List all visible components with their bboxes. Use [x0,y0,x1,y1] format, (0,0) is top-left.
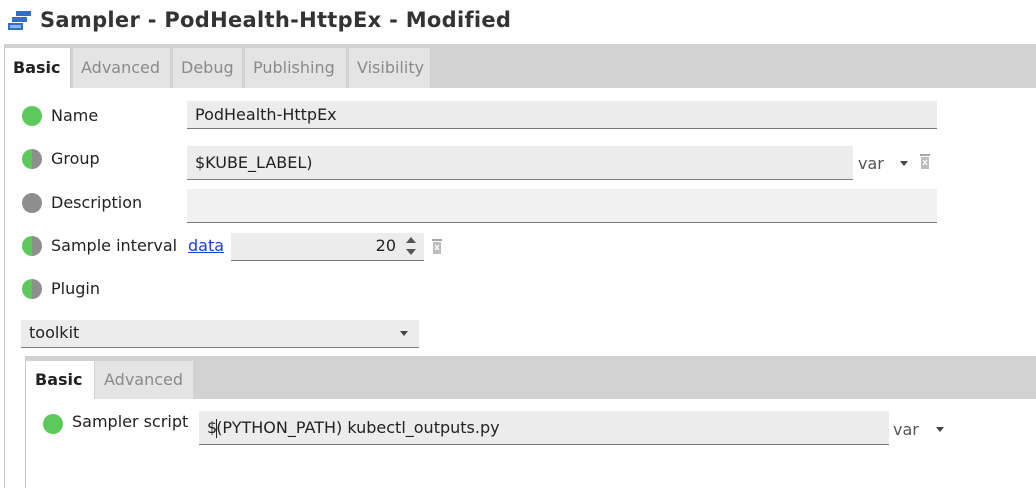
description-status-icon [22,193,42,213]
description-field[interactable] [187,189,937,223]
group-chevron-down-icon[interactable] [900,161,908,166]
name-status-icon [22,106,42,126]
window-titlebar: Sampler - PodHealth-HttpEx - Modified [0,0,1036,44]
toolkit-panel: Basic Advanced Sampler script $(PYTHON_P… [25,356,1036,488]
plugin-status-icon [22,279,42,299]
sample-interval-field[interactable]: 20 [231,233,424,261]
subtab-basic[interactable]: Basic [26,361,94,399]
name-label: Name [51,106,99,125]
main-tabbar: Basic Advanced Debug Publishing Visibili… [5,44,1036,88]
sampler-script-var-label[interactable]: var [893,420,919,439]
name-field[interactable]: PodHealth-HttpEx [187,101,937,129]
tab-debug[interactable]: Debug [173,48,243,88]
sampler-script-value-rest: (PYTHON_PATH) kubectl_outputs.py [216,418,500,437]
group-trash-icon[interactable] [919,154,931,169]
sampler-script-chevron-down-icon[interactable] [936,427,944,432]
sampler-script-label: Sampler script [72,412,189,431]
tab-publishing[interactable]: Publishing [245,48,347,88]
sampler-script-status-icon [43,414,63,434]
editor-panel: Basic Advanced Debug Publishing Visibili… [4,44,1036,488]
group-var-label[interactable]: var [858,154,884,173]
sampler-script-field[interactable]: $(PYTHON_PATH) kubectl_outputs.py [199,411,889,445]
plugin-select[interactable]: toolkit [21,320,419,348]
description-label: Description [51,193,143,212]
toolkit-tabbar: Basic Advanced [26,357,1036,399]
subtab-advanced[interactable]: Advanced [95,361,193,399]
plugin-label: Plugin [51,279,100,298]
sampler-stack-icon [8,11,31,30]
plugin-chevron-down-icon[interactable] [400,331,408,336]
tab-basic[interactable]: Basic [5,48,71,88]
sample-interval-status-icon [22,236,42,256]
group-status-icon [22,149,42,169]
tab-visibility[interactable]: Visibility [349,48,431,88]
spinner-down-icon[interactable] [406,249,416,255]
sample-interval-label: Sample interval [51,236,178,255]
window-title: Sampler - PodHealth-HttpEx - Modified [40,8,512,32]
group-field[interactable]: $KUBE_LABEL) [187,146,853,180]
sample-interval-data-link[interactable]: data [188,236,224,255]
plugin-select-value: toolkit [29,323,80,342]
tab-advanced[interactable]: Advanced [73,48,171,88]
group-label: Group [51,149,100,168]
sample-interval-trash-icon[interactable] [431,239,443,254]
spinner-up-icon[interactable] [406,237,416,243]
